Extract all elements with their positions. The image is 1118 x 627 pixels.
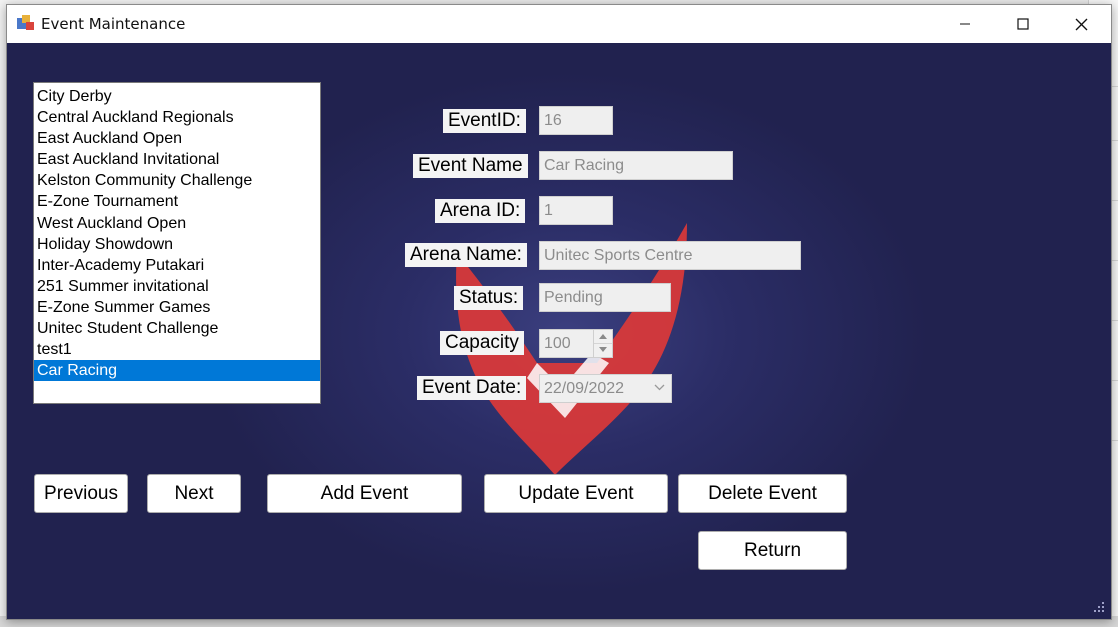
spin-up-button[interactable]: [594, 330, 612, 344]
chevron-up-icon: [599, 334, 607, 339]
capacity-label: Capacity: [440, 331, 524, 355]
list-item[interactable]: Car Racing: [34, 360, 320, 382]
previous-button[interactable]: Previous: [34, 474, 128, 513]
capacity-value: 100: [544, 335, 571, 352]
status-label: Status:: [454, 286, 524, 310]
update-event-button[interactable]: Update Event: [484, 474, 668, 513]
event-date-label: Event Date:: [417, 376, 527, 400]
minimize-button[interactable]: [936, 5, 994, 43]
list-item[interactable]: Unitec Student Challenge: [34, 318, 320, 339]
window-title: Event Maintenance: [41, 15, 186, 33]
form-client-area: City Derby Central Auckland Regionals East…: [7, 43, 1111, 619]
maximize-button[interactable]: [994, 5, 1052, 43]
list-item[interactable]: Kelston Community Challenge: [34, 170, 320, 191]
list-item[interactable]: West Auckland Open: [34, 213, 320, 234]
arena-name-label: Arena Name:: [405, 243, 527, 267]
list-item[interactable]: E-Zone Tournament: [34, 191, 320, 212]
list-item[interactable]: test1: [34, 339, 320, 360]
arena-id-field[interactable]: 1: [539, 196, 613, 225]
events-listbox[interactable]: City Derby Central Auckland Regionals East…: [33, 82, 321, 404]
list-item[interactable]: Holiday Showdown: [34, 234, 320, 255]
title-bar[interactable]: Event Maintenance: [7, 5, 1111, 43]
event-maintenance-window: Event Maintenance City Derby Central Auck…: [6, 4, 1112, 620]
chevron-down-icon[interactable]: [654, 384, 665, 391]
delete-event-button[interactable]: Delete Event: [678, 474, 847, 513]
list-item[interactable]: City Derby: [34, 86, 320, 107]
event-date-picker[interactable]: 22/09/2022: [539, 374, 672, 403]
next-button[interactable]: Next: [147, 474, 241, 513]
return-button[interactable]: Return: [698, 531, 847, 570]
event-name-label: Event Name: [413, 154, 528, 178]
arena-id-label: Arena ID:: [435, 199, 526, 223]
list-item[interactable]: 251 Summer invitational: [34, 276, 320, 297]
chevron-down-icon: [599, 347, 607, 352]
event-id-field[interactable]: 16: [539, 106, 613, 135]
resize-grip-icon[interactable]: [1091, 599, 1105, 613]
spin-down-button[interactable]: [594, 343, 612, 356]
app-icon: [17, 15, 34, 30]
maximize-icon: [1017, 18, 1029, 30]
event-date-value: 22/09/2022: [544, 380, 625, 397]
capacity-stepper[interactable]: 100: [539, 329, 613, 358]
close-icon: [1075, 18, 1087, 30]
list-item[interactable]: Central Auckland Regionals: [34, 107, 320, 128]
list-item[interactable]: Inter-Academy Putakari: [34, 255, 320, 276]
list-item[interactable]: E-Zone Summer Games: [34, 297, 320, 318]
event-id-label: EventID:: [443, 109, 526, 133]
event-name-field[interactable]: Car Racing: [539, 151, 733, 180]
close-button[interactable]: [1052, 5, 1110, 43]
capacity-spin-buttons: [593, 330, 612, 357]
list-item[interactable]: East Auckland Invitational: [34, 149, 320, 170]
minimize-icon: [960, 23, 970, 25]
arena-name-field[interactable]: Unitec Sports Centre: [539, 241, 801, 270]
list-item[interactable]: East Auckland Open: [34, 128, 320, 149]
add-event-button[interactable]: Add Event: [267, 474, 462, 513]
status-field[interactable]: Pending: [539, 283, 671, 312]
